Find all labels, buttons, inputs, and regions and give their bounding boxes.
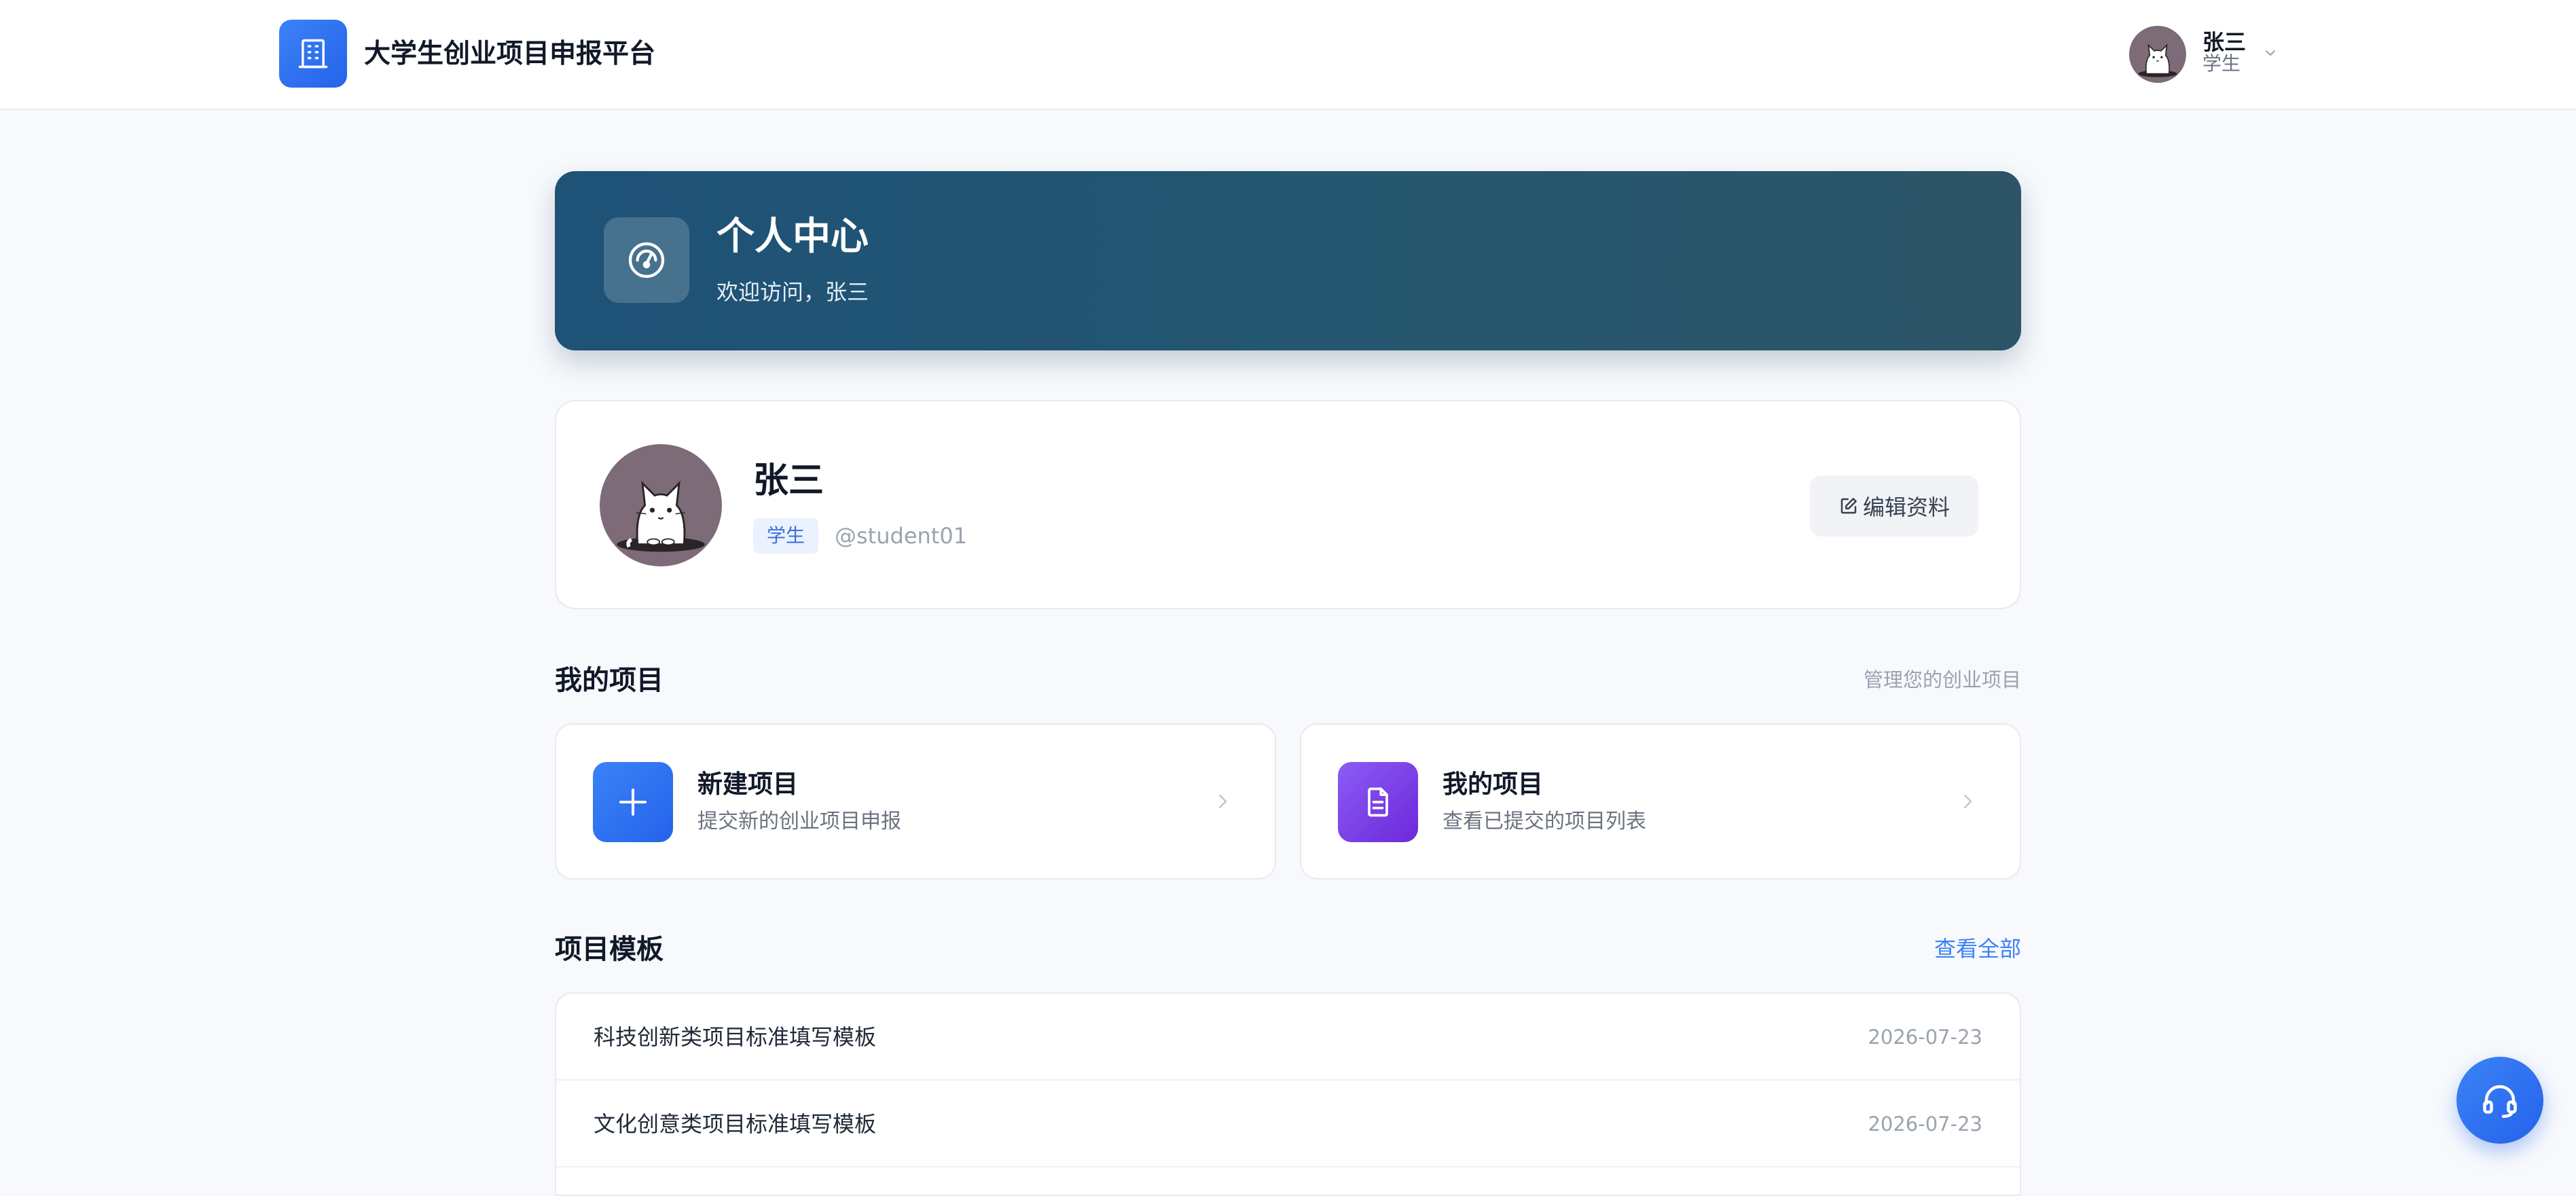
edit-profile-button[interactable]: 编辑资料 (1810, 475, 1978, 537)
username: @student01 (835, 523, 968, 549)
top-header: 大学生创业项目申报平台 张三 学生 (0, 0, 2576, 110)
my-projects-icon-box (1338, 762, 1418, 842)
chevron-right-icon (1964, 795, 1972, 808)
edit-icon (1840, 498, 1857, 514)
profile-card: 张三 学生 @student01 编辑资料 (555, 400, 2021, 609)
role-badge: 学生 (753, 518, 819, 554)
my-projects-desc: 查看已提交的项目列表 (1443, 810, 1646, 833)
my-projects-hint: 管理您的创业项目 (1863, 668, 2021, 691)
plus-icon (619, 788, 647, 816)
new-project-card[interactable]: 新建项目 提交新的创业项目申报 (555, 723, 1276, 880)
new-project-desc: 提交新的创业项目申报 (697, 810, 901, 833)
headset-icon (2483, 1085, 2517, 1118)
edit-profile-label: 编辑资料 (1862, 494, 1950, 520)
personal-center-banner: 个人中心 欢迎访问，张三 (555, 171, 2021, 350)
document-icon (1368, 787, 1388, 817)
my-projects-card[interactable]: 我的项目 查看已提交的项目列表 (1300, 723, 2021, 880)
new-project-title: 新建项目 (697, 769, 798, 799)
app-title: 大学生创业项目申报平台 (364, 39, 656, 69)
user-avatar[interactable] (2129, 26, 2186, 83)
template-list: 科技创新类项目标准填写模板 2026-07-23 文化创意类项目标准填写模板 2… (555, 992, 2021, 1196)
profile-name: 张三 (753, 460, 824, 501)
chevron-right-icon (1219, 795, 1227, 808)
template-name: 科技创新类项目标准填写模板 (594, 1024, 877, 1050)
user-role: 学生 (2202, 52, 2241, 75)
template-row[interactable]: 文化创意类项目标准填写模板 2026-07-23 (556, 1081, 2020, 1167)
user-name: 张三 (2202, 29, 2247, 55)
page-title: 个人中心 (716, 215, 869, 259)
cat-avatar-icon (2138, 43, 2177, 77)
my-projects-heading: 我的项目 (555, 665, 664, 696)
templates-heading: 项目模板 (555, 934, 664, 965)
template-date: 2026-07-23 (1868, 1026, 1982, 1049)
chevron-down-icon[interactable] (2262, 45, 2279, 61)
view-all-link[interactable]: 查看全部 (1817, 935, 2021, 962)
cat-avatar-icon (617, 480, 705, 552)
welcome-text: 欢迎访问，张三 (716, 279, 869, 305)
building-icon (298, 39, 328, 69)
template-name: 文化创意类项目标准填写模板 (594, 1111, 877, 1137)
dashboard-gauge-icon (628, 242, 665, 278)
banner-icon-box (604, 217, 689, 303)
my-projects-title: 我的项目 (1443, 769, 1543, 799)
profile-avatar[interactable] (600, 444, 722, 566)
brand-logo[interactable] (279, 20, 347, 88)
template-row[interactable]: 科技创新类项目标准填写模板 2026-07-23 (556, 994, 2020, 1081)
template-date: 2026-07-23 (1868, 1112, 1982, 1136)
new-project-icon-box (593, 762, 673, 842)
support-button[interactable] (2456, 1057, 2543, 1144)
user-menu[interactable]: 张三 学生 (2129, 26, 2285, 83)
